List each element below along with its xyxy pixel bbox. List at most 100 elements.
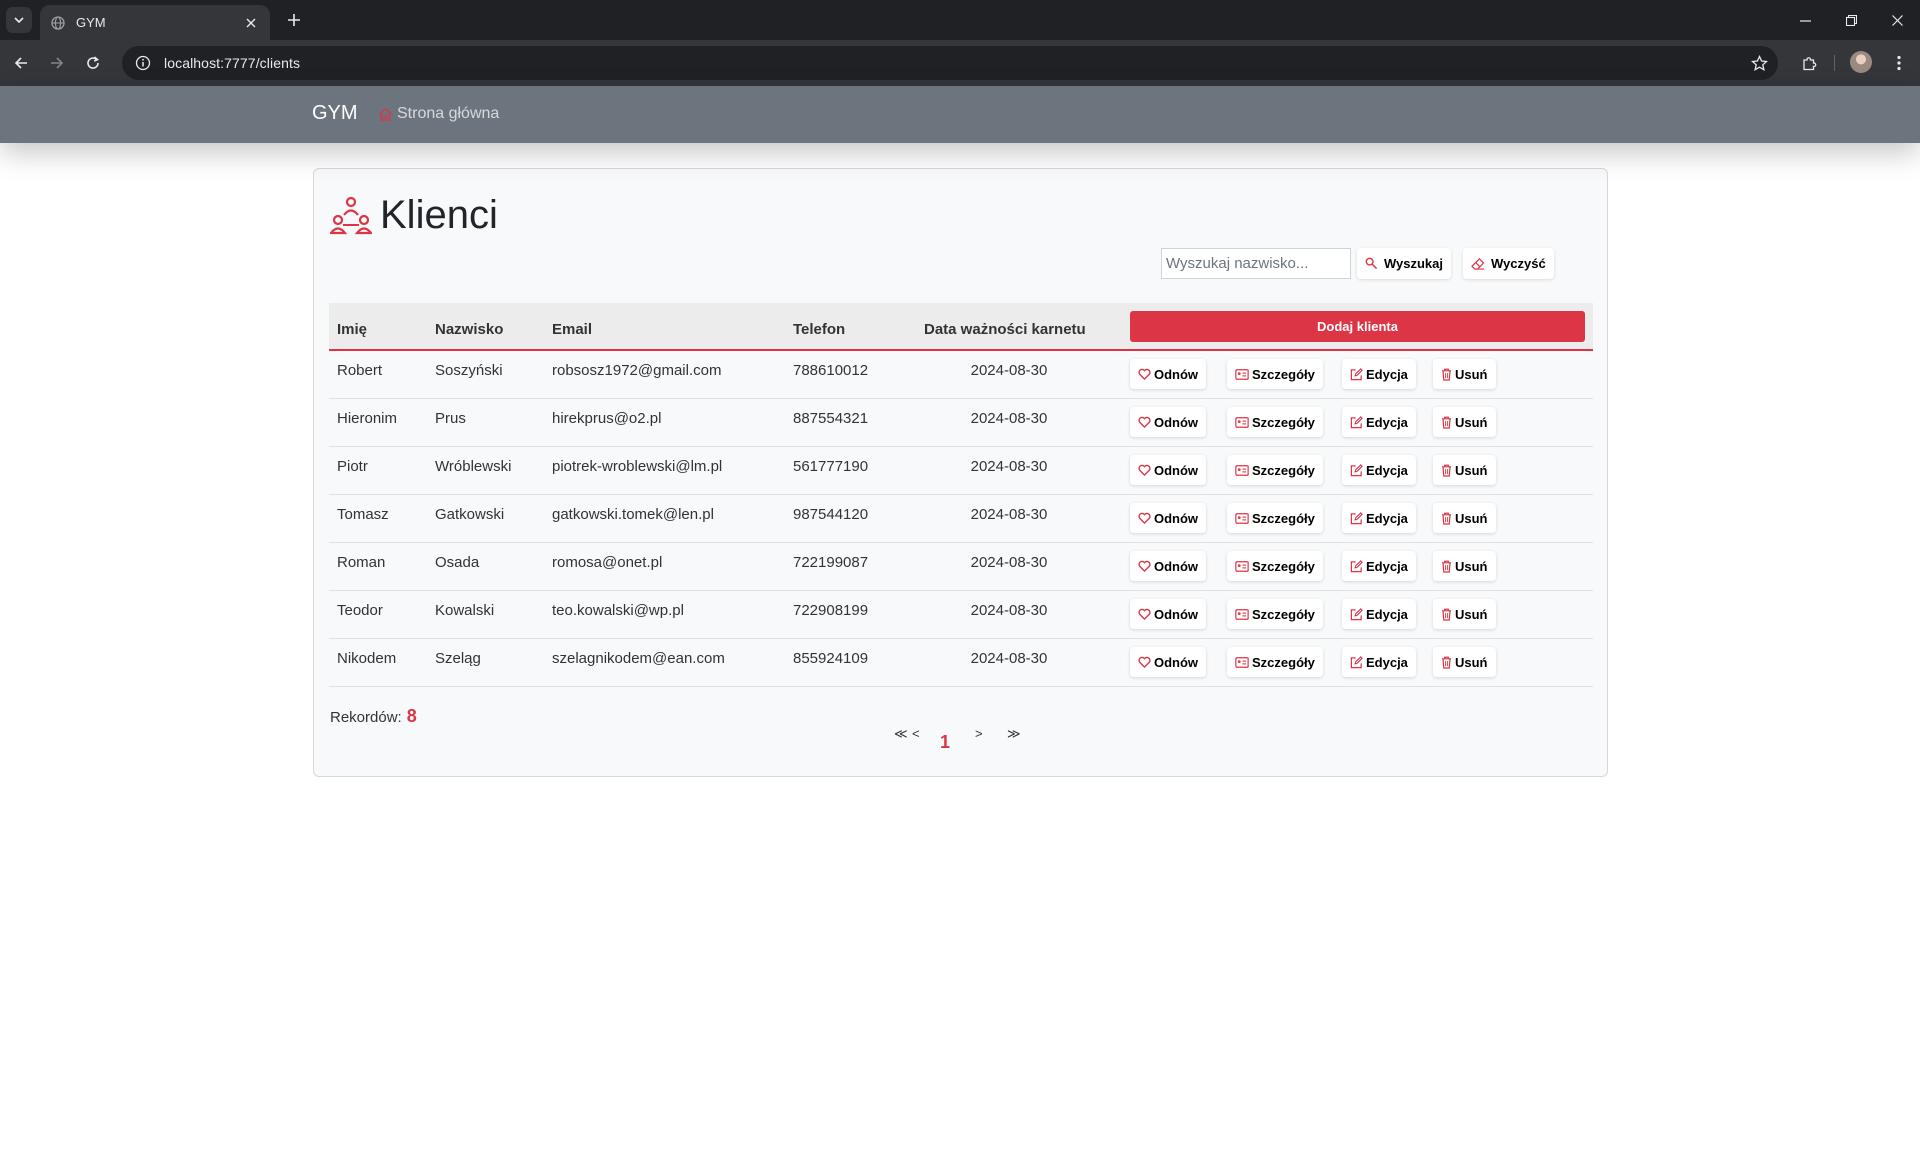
pagination-next[interactable]: > <box>975 726 983 741</box>
cell-email: teo.kowalski@wp.pl <box>552 602 684 619</box>
delete-button[interactable]: Usuń <box>1433 599 1496 629</box>
delete-button-label: Usuń <box>1455 654 1488 670</box>
edit-button[interactable]: Edycja <box>1342 407 1416 437</box>
clear-button[interactable]: Wyczyść <box>1463 248 1554 279</box>
browser-toolbar: localhost:7777/clients <box>0 40 1920 86</box>
browser-tab[interactable]: GYM <box>40 5 270 40</box>
delete-button-label: Usuń <box>1455 510 1488 526</box>
delete-button[interactable]: Usuń <box>1433 407 1496 437</box>
renew-button[interactable]: Odnów <box>1130 551 1207 581</box>
details-button[interactable]: Szczegóły <box>1227 647 1323 677</box>
trash-icon <box>1441 560 1452 573</box>
edit-button[interactable]: Edycja <box>1342 599 1416 629</box>
extensions-button[interactable] <box>1794 48 1824 78</box>
globe-icon <box>50 15 66 31</box>
details-button[interactable]: Szczegóły <box>1227 503 1323 533</box>
edit-button[interactable]: Edycja <box>1342 455 1416 485</box>
delete-button-label: Usuń <box>1455 606 1488 622</box>
table-row: Robert Soszyński robsosz1972@gmail.com 7886… <box>329 351 1593 399</box>
cell-phone: 722908199 <box>793 602 869 619</box>
navbar-brand[interactable]: GYM <box>312 102 358 125</box>
renew-button[interactable]: Odnów <box>1130 503 1207 533</box>
pagination-prev[interactable]: < <box>912 726 920 741</box>
tab-search-button[interactable] <box>6 7 32 33</box>
delete-button[interactable]: Usuń <box>1433 455 1496 485</box>
heart-icon <box>1138 560 1151 572</box>
renew-button[interactable]: Odnów <box>1130 359 1207 389</box>
add-client-button[interactable]: Dodaj klienta <box>1130 311 1585 342</box>
delete-button[interactable]: Usuń <box>1433 359 1496 389</box>
pencil-square-icon <box>1350 655 1363 669</box>
details-button[interactable]: Szczegóły <box>1227 551 1323 581</box>
table-row: Hieronim Prus hirekprus@o2.pl 887554321 2024… <box>329 399 1593 447</box>
plus-icon <box>288 14 300 26</box>
renew-button[interactable]: Odnów <box>1130 599 1207 629</box>
forward-button[interactable] <box>42 48 72 78</box>
edit-button-label: Edycja <box>1366 606 1408 622</box>
new-tab-button[interactable] <box>282 8 306 32</box>
back-button[interactable] <box>6 48 36 78</box>
browser-menu-button[interactable] <box>1884 48 1914 78</box>
search-input[interactable]: Wyszukaj nazwisko... <box>1161 248 1351 279</box>
clear-button-label: Wyczyść <box>1491 256 1546 271</box>
pencil-square-icon <box>1350 559 1363 573</box>
trash-icon <box>1441 464 1452 477</box>
details-button-label: Szczegóły <box>1252 510 1315 526</box>
details-button[interactable]: Szczegóły <box>1227 455 1323 485</box>
cell-phone: 887554321 <box>793 410 869 427</box>
site-info-icon[interactable] <box>134 54 152 72</box>
edit-button[interactable]: Edycja <box>1342 359 1416 389</box>
renew-button-label: Odnów <box>1154 414 1199 430</box>
cell-membership-date: 2024-08-30 <box>970 506 1048 523</box>
browser-tabstrip: GYM <box>0 0 1920 40</box>
cell-last-name: Kowalski <box>435 602 495 619</box>
search-button[interactable]: Wyszukaj <box>1357 248 1452 279</box>
delete-button[interactable]: Usuń <box>1433 551 1496 581</box>
trash-icon <box>1441 368 1452 381</box>
pagination-current-page[interactable]: 1 <box>940 732 950 753</box>
edit-button[interactable]: Edycja <box>1342 647 1416 677</box>
cell-membership-date: 2024-08-30 <box>970 458 1048 475</box>
renew-button[interactable]: Odnów <box>1130 647 1207 677</box>
profile-avatar[interactable] <box>1850 51 1872 73</box>
cell-phone: 788610012 <box>793 362 869 379</box>
url-text: localhost:7777/clients <box>164 55 301 71</box>
edit-button-label: Edycja <box>1366 558 1408 574</box>
details-button-label: Szczegóły <box>1252 606 1315 622</box>
heart-icon <box>1138 608 1151 620</box>
cell-phone: 855924109 <box>793 650 869 667</box>
edit-button[interactable]: Edycja <box>1342 503 1416 533</box>
renew-button[interactable]: Odnów <box>1130 455 1207 485</box>
cell-email: hirekprus@o2.pl <box>552 410 662 427</box>
delete-button[interactable]: Usuń <box>1433 503 1496 533</box>
tab-title: GYM <box>76 15 106 30</box>
pencil-square-icon <box>1350 607 1363 621</box>
details-button[interactable]: Szczegóły <box>1227 407 1323 437</box>
tab-close-icon[interactable] <box>242 14 260 32</box>
cell-first-name: Robert <box>337 362 383 379</box>
chevron-down-icon <box>14 17 24 24</box>
delete-button[interactable]: Usuń <box>1433 647 1496 677</box>
cell-last-name: Prus <box>435 410 466 427</box>
column-header-phone: Telefon <box>793 321 846 338</box>
address-bar[interactable]: localhost:7777/clients <box>122 46 1778 80</box>
restore-button[interactable] <box>1828 0 1874 40</box>
nav-link-home[interactable]: Strona główna <box>378 105 499 123</box>
edit-button[interactable]: Edycja <box>1342 551 1416 581</box>
reload-button[interactable] <box>78 48 108 78</box>
delete-button-label: Usuń <box>1455 366 1488 382</box>
close-window-button[interactable] <box>1874 0 1920 40</box>
pagination-first[interactable]: ≪ <box>894 726 908 742</box>
cell-phone: 987544120 <box>793 506 869 523</box>
minimize-button[interactable] <box>1782 0 1828 40</box>
details-button[interactable]: Szczegóły <box>1227 359 1323 389</box>
cell-email: romosa@onet.pl <box>552 554 663 571</box>
details-button[interactable]: Szczegóły <box>1227 599 1323 629</box>
bookmark-button[interactable] <box>1744 48 1774 78</box>
page-header: Klienci <box>330 193 498 238</box>
cell-last-name: Gatkowski <box>435 506 505 523</box>
restore-icon <box>1845 14 1857 26</box>
renew-button[interactable]: Odnów <box>1130 407 1207 437</box>
pagination-last[interactable]: ≫ <box>1007 726 1021 742</box>
nav-link-home-label: Strona główna <box>397 105 500 122</box>
